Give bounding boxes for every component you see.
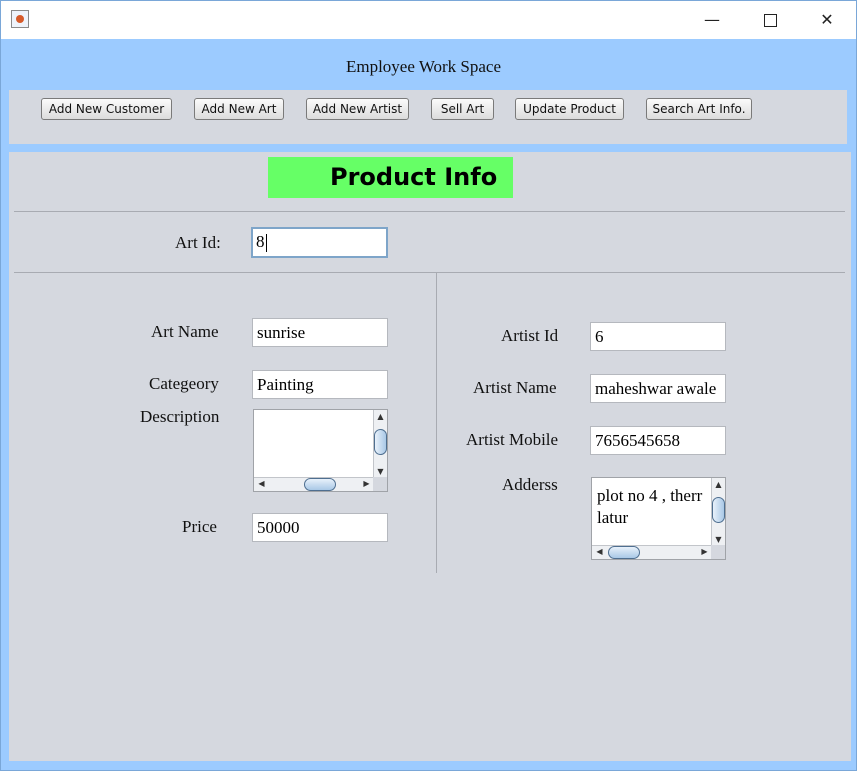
workspace-title: Employee Work Space [345, 57, 502, 76]
close-button[interactable]: ✕ [798, 1, 856, 39]
minimize-button[interactable]: — [683, 1, 741, 39]
java-app-icon [11, 10, 29, 28]
description-textarea[interactable]: ▲ ▼ ◀ ▶ [253, 409, 388, 492]
scroll-up-arrow-icon[interactable]: ▲ [712, 480, 725, 490]
price-label: Price [182, 517, 217, 536]
description-text [259, 417, 372, 477]
scroll-right-arrow-icon[interactable]: ▶ [360, 479, 373, 489]
address-vertical-scrollbar[interactable]: ▲ ▼ [711, 478, 725, 547]
horizontal-scroll-thumb[interactable] [608, 546, 640, 559]
add-new-customer-button[interactable]: Add New Customer [41, 98, 172, 120]
add-new-art-button[interactable]: Add New Art [194, 98, 284, 120]
category-input[interactable]: Painting [252, 370, 388, 399]
vertical-scroll-thumb[interactable] [712, 497, 725, 523]
address-label: Adderss [502, 475, 558, 494]
artist-name-label: Artist Name [473, 378, 557, 397]
artist-id-input[interactable]: 6 [590, 322, 726, 351]
description-label: Description [140, 407, 220, 426]
product-info-heading: Product Info [268, 157, 513, 198]
horizontal-scroll-thumb[interactable] [304, 478, 336, 491]
separator-top [14, 211, 845, 212]
scroll-left-arrow-icon[interactable]: ◀ [593, 547, 606, 557]
category-label: Categeory [149, 374, 219, 393]
maximize-button[interactable] [741, 1, 799, 39]
address-textarea[interactable]: plot no 4 , therr latur ▲ ▼ ◀ ▶ [591, 477, 726, 560]
price-input[interactable]: 50000 [252, 513, 388, 542]
address-horizontal-scrollbar[interactable]: ◀ ▶ [592, 545, 712, 559]
scroll-right-arrow-icon[interactable]: ▶ [698, 547, 711, 557]
product-panel: Product Info Art Id: 8 Art Name sunrise … [9, 152, 851, 761]
scroll-down-arrow-icon[interactable]: ▼ [374, 467, 387, 477]
search-art-info-button[interactable]: Search Art Info. [646, 98, 752, 120]
artist-id-label: Artist Id [501, 326, 559, 345]
toolbar: Add New Customer Add New Art Add New Art… [9, 90, 847, 144]
art-id-label: Art Id: [175, 233, 221, 252]
title-bar: — ✕ [1, 1, 856, 39]
vertical-scroll-thumb[interactable] [374, 429, 387, 455]
separator-vertical [436, 273, 437, 573]
art-name-label: Art Name [151, 322, 219, 341]
add-new-artist-button[interactable]: Add New Artist [306, 98, 409, 120]
sell-art-button[interactable]: Sell Art [431, 98, 494, 120]
description-vertical-scrollbar[interactable]: ▲ ▼ [373, 410, 387, 479]
description-horizontal-scrollbar[interactable]: ◀ ▶ [254, 477, 374, 491]
scroll-corner [373, 477, 387, 491]
scroll-down-arrow-icon[interactable]: ▼ [712, 535, 725, 545]
art-id-input[interactable]: 8 [251, 227, 388, 258]
address-text: plot no 4 , therr latur [597, 486, 703, 527]
art-id-value: 8 [256, 232, 265, 251]
artist-mobile-input[interactable]: 7656545658 [590, 426, 726, 455]
app-window: — ✕ Employee Work Space Add New Customer… [0, 0, 857, 771]
text-caret [265, 234, 267, 253]
maximize-icon [763, 14, 777, 27]
scroll-left-arrow-icon[interactable]: ◀ [255, 479, 268, 489]
artist-mobile-label: Artist Mobile [466, 430, 559, 449]
separator-middle [14, 272, 845, 273]
art-name-input[interactable]: sunrise [252, 318, 388, 347]
update-product-button[interactable]: Update Product [515, 98, 624, 120]
scroll-corner [711, 545, 725, 559]
scroll-up-arrow-icon[interactable]: ▲ [374, 412, 387, 422]
artist-name-input[interactable]: maheshwar awale [590, 374, 726, 403]
